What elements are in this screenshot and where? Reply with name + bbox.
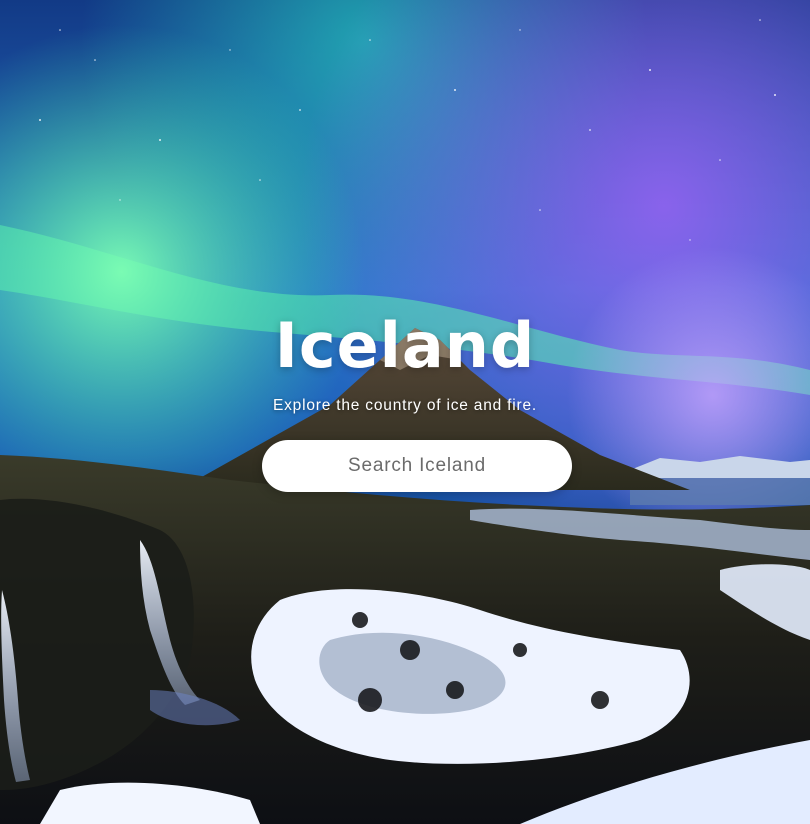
- page-subtitle: Explore the country of ice and fire.: [272, 397, 537, 414]
- hero-content: Iceland Explore the country of ice and f…: [0, 0, 810, 824]
- hero-section: Iceland Explore the country of ice and f…: [0, 0, 810, 824]
- page-title: Iceland: [274, 309, 536, 382]
- search-input[interactable]: [262, 440, 572, 492]
